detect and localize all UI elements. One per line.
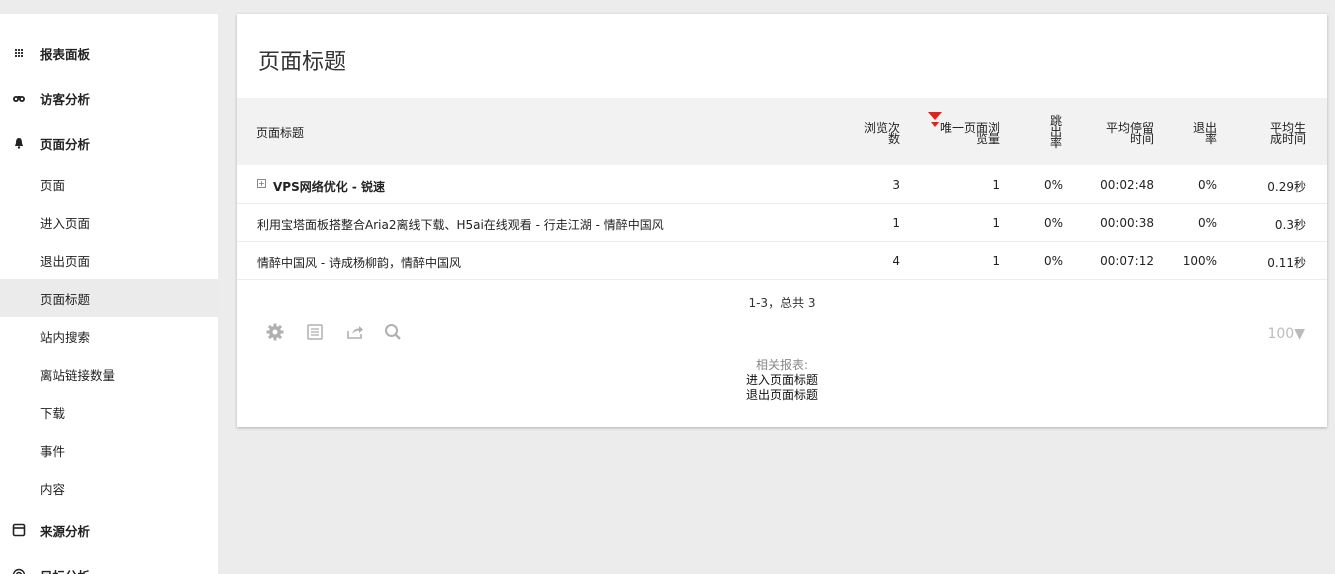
cell-unique-views: 1 [992, 216, 1000, 230]
grid-icon [15, 49, 23, 57]
window-icon [12, 523, 26, 537]
table-row[interactable]: 利用宝塔面板搭整合Aria2离线下载、H5ai在线观看 - 行走江湖 - 情醉中… [237, 204, 1327, 242]
report-card: 页面标题 页面标题 浏览次 数 唯一页面浏 览量 跳 出 率 平均停留 时间 退… [237, 14, 1327, 427]
sidebar-item-page-titles[interactable]: 页面标题 [0, 279, 218, 317]
column-header-generation-time[interactable]: 平均生 成时间 [1269, 122, 1306, 146]
cell-exit-rate: 0% [1197, 216, 1217, 230]
related-reports-title: 相关报表: [755, 358, 809, 372]
cell-unique-views: 1 [992, 254, 1000, 268]
sidebar-category-label: 报表面板 [40, 46, 91, 62]
column-header-exit-rate[interactable]: 退出 率 [1193, 122, 1217, 146]
search-icon[interactable] [383, 322, 403, 342]
sidebar-category-label: 来源分析 [40, 523, 91, 539]
chevron-down-icon: ▼ [1294, 326, 1305, 342]
sidebar-item-label: 离站链接数量 [40, 367, 116, 383]
sidebar-item-exit-pages[interactable]: 退出页面 [0, 241, 218, 279]
sidebar-item-label: 下载 [40, 405, 66, 421]
column-header-line: 率 [1049, 136, 1062, 150]
sidebar-item-outlinks[interactable]: 离站链接数量 [0, 355, 218, 393]
sidebar-item-events[interactable]: 事件 [0, 431, 218, 469]
row-limit-selector[interactable]: 100▼ [1267, 326, 1305, 342]
sidebar: 报表面板 访客分析 页面分析 页面 进入页面 退出页面 页面标题 站内搜索 离站… [0, 14, 218, 574]
sidebar-category-referrers[interactable]: 来源分析 [0, 515, 218, 545]
column-header-avg-time[interactable]: 平均停留 时间 [1106, 122, 1154, 146]
cell-bounce-rate: 0% [1043, 178, 1063, 192]
sidebar-category-label: 目标分析 [40, 566, 90, 574]
cell-generation-time: 0.29秒 [1267, 180, 1306, 194]
column-header-unique-views[interactable]: 唯一页面浏 览量 [940, 122, 1000, 146]
sidebar-category-visitors[interactable]: 访客分析 [0, 83, 218, 113]
sidebar-item-entry-pages[interactable]: 进入页面 [0, 203, 218, 241]
column-header-line: 数 [887, 132, 900, 146]
sidebar-item-label: 页面标题 [40, 291, 91, 307]
bell-icon [15, 138, 23, 149]
cell-views: 3 [892, 178, 900, 192]
related-reports: 相关报表: 进入页面标题 退出页面标题 [237, 358, 1327, 403]
row-label[interactable]: 情醉中国风 - 诗成杨柳韵，情醉中国风 [257, 254, 461, 271]
pagination-info: 1-3，总共 3 [748, 296, 816, 310]
column-header-views[interactable]: 浏览次 数 [864, 122, 900, 146]
sidebar-item-label: 事件 [40, 443, 66, 459]
sidebar-item-contents[interactable]: 内容 [0, 469, 218, 507]
cell-exit-rate: 100% [1182, 254, 1217, 268]
cell-avg-time: 00:02:48 [1100, 178, 1154, 192]
sidebar-item-downloads[interactable]: 下载 [0, 393, 218, 431]
cell-bounce-rate: 0% [1043, 254, 1063, 268]
row-label[interactable]: VPS网络优化 - 锐速 [273, 178, 385, 195]
gear-icon[interactable] [265, 322, 285, 342]
related-report-link-exit[interactable]: 退出页面标题 [237, 388, 1327, 403]
report-title: 页面标题 [258, 50, 347, 75]
cell-generation-time: 0.11秒 [1267, 256, 1306, 270]
cell-views: 4 [892, 254, 900, 268]
row-label[interactable]: 利用宝塔面板搭整合Aria2离线下载、H5ai在线观看 - 行走江湖 - 情醉中… [257, 216, 664, 233]
cell-exit-rate: 0% [1197, 178, 1217, 192]
sort-desc-icon [931, 122, 939, 127]
sidebar-item-label: 进入页面 [40, 215, 91, 231]
column-header-bounce-rate[interactable]: 跳 出 率 [1049, 115, 1062, 150]
cell-avg-time: 00:07:12 [1100, 254, 1154, 268]
table-row[interactable]: 情醉中国风 - 诗成杨柳韵，情醉中国风 4 1 0% 00:07:12 100%… [237, 242, 1327, 280]
sidebar-item-label: 页面 [40, 177, 66, 193]
binoculars-icon [13, 96, 25, 102]
expand-icon[interactable]: + [257, 179, 266, 188]
sidebar-category-goals[interactable]: 目标分析 [0, 560, 218, 574]
column-header-line: 率 [1204, 132, 1217, 146]
sidebar-category-pages[interactable]: 页面分析 [0, 128, 218, 158]
cell-views: 1 [892, 216, 900, 230]
export-icon[interactable] [345, 322, 365, 342]
table-view-icon[interactable] [305, 322, 325, 342]
table-header: 页面标题 浏览次 数 唯一页面浏 览量 跳 出 率 平均停留 时间 退出 率 平… [237, 98, 1327, 165]
cell-unique-views: 1 [992, 178, 1000, 192]
sidebar-item-site-search[interactable]: 站内搜索 [0, 317, 218, 355]
column-header-line: 时间 [1129, 132, 1154, 146]
target-icon [12, 568, 26, 574]
sidebar-category-label: 页面分析 [40, 136, 91, 152]
column-header-line: 览量 [975, 132, 1000, 146]
row-limit-value: 100 [1267, 326, 1295, 342]
cell-bounce-rate: 0% [1043, 216, 1063, 230]
sidebar-item-label: 退出页面 [40, 253, 91, 269]
related-report-link-entry[interactable]: 进入页面标题 [237, 373, 1327, 388]
sidebar-item-pages[interactable]: 页面 [0, 165, 218, 203]
cell-avg-time: 00:00:38 [1100, 216, 1154, 230]
sidebar-category-label: 访客分析 [40, 91, 91, 107]
sidebar-category-dashboard[interactable]: 报表面板 [0, 38, 218, 68]
column-header-line: 成时间 [1269, 132, 1306, 146]
sidebar-item-label: 内容 [40, 481, 66, 497]
sidebar-item-label: 站内搜索 [40, 329, 91, 345]
sort-desc-icon [928, 112, 942, 120]
cell-generation-time: 0.3秒 [1274, 218, 1306, 232]
column-header-label[interactable]: 页面标题 [256, 126, 304, 140]
table-row[interactable]: + VPS网络优化 - 锐速 3 1 0% 00:02:48 0% 0.29秒 [237, 166, 1327, 204]
